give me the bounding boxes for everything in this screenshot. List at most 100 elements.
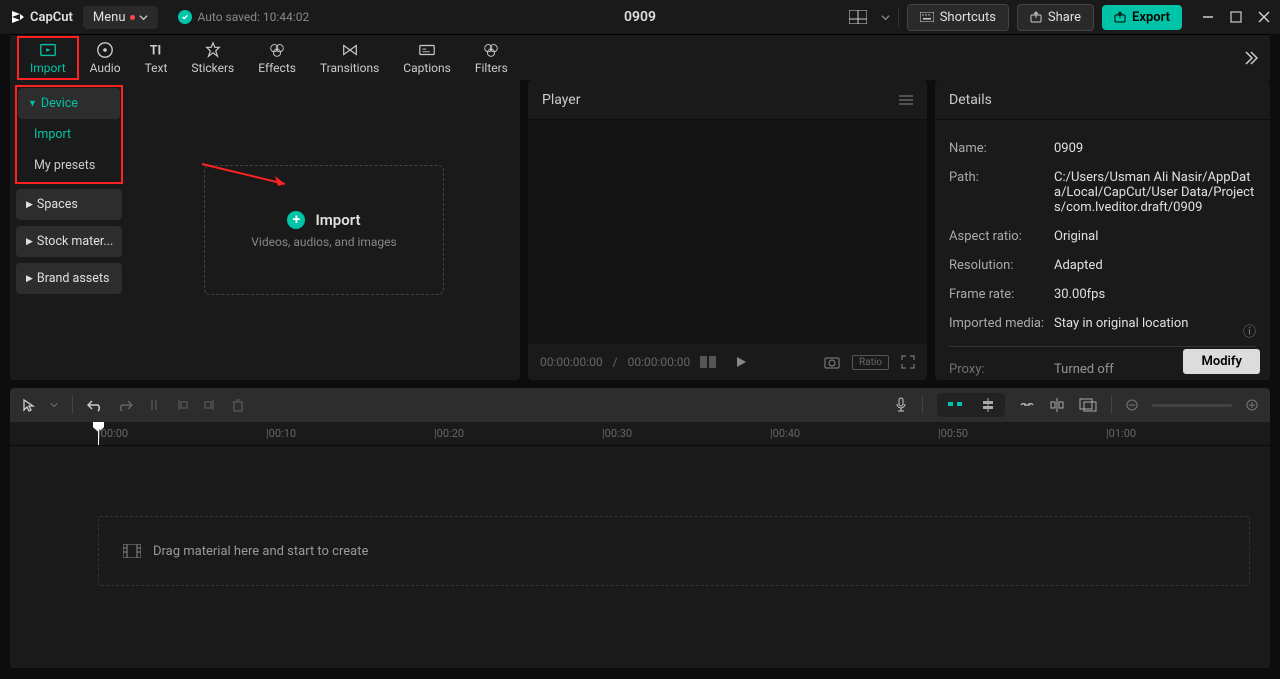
menu-notification-dot <box>130 15 135 20</box>
menu-button[interactable]: Menu <box>83 6 158 29</box>
plus-icon: + <box>287 211 305 229</box>
tab-captions[interactable]: Captions <box>391 37 463 79</box>
stickers-icon <box>204 41 222 59</box>
caret-right-icon: ▶ <box>26 274 33 284</box>
detail-aspect-value: Original <box>1054 229 1098 244</box>
tab-text[interactable]: TI Text <box>133 37 180 79</box>
transitions-icon <box>341 41 359 59</box>
magnet-on-button[interactable] <box>943 396 967 414</box>
trim-left-button[interactable] <box>175 398 189 412</box>
caret-right-icon: ▶ <box>26 200 33 210</box>
delete-button[interactable] <box>231 398 245 412</box>
snapshot-button[interactable] <box>824 355 840 369</box>
fullscreen-button[interactable] <box>901 355 915 369</box>
ratio-button[interactable]: Ratio <box>852 355 889 370</box>
time-current: 00:00:00:00 <box>540 355 603 369</box>
sidebar-item-spaces[interactable]: ▶ Spaces <box>16 189 122 220</box>
detail-path-value: C:/Users/Usman Ali Nasir/AppData/Local/C… <box>1054 170 1256 215</box>
selection-tool[interactable] <box>22 398 36 412</box>
detail-resolution-label: Resolution: <box>949 258 1054 273</box>
player-title: Player <box>542 92 580 108</box>
zoom-slider[interactable] <box>1152 404 1232 407</box>
tab-effects[interactable]: Effects <box>246 37 308 79</box>
split-button[interactable] <box>147 398 161 412</box>
media-sidebar: ▼ Device Import My presets ▶ Spaces ▶ St… <box>10 80 128 380</box>
cover-button[interactable] <box>1079 398 1097 412</box>
project-title: 0909 <box>624 9 656 25</box>
detail-fps-label: Frame rate: <box>949 287 1054 302</box>
sidebar-item-brand[interactable]: ▶ Brand assets <box>16 263 122 294</box>
record-voiceover-button[interactable] <box>894 396 908 414</box>
effects-icon <box>268 41 286 59</box>
timeline-panel: |00:00 |00:10 |00:20 |00:30 |00:40 |00:5… <box>10 388 1270 668</box>
shortcuts-button[interactable]: Shortcuts <box>907 4 1009 31</box>
time-total: 00:00:00:00 <box>628 355 691 369</box>
detail-path-label: Path: <box>949 170 1054 215</box>
sidebar-item-device[interactable]: ▼ Device <box>18 88 120 119</box>
detail-name-value: 0909 <box>1054 141 1083 156</box>
tab-filters[interactable]: Filters <box>463 37 520 79</box>
timeline-ruler[interactable]: |00:00 |00:10 |00:20 |00:30 |00:40 |00:5… <box>10 422 1270 446</box>
close-button[interactable] <box>1258 11 1270 23</box>
chevron-down-icon <box>139 13 148 22</box>
trim-right-button[interactable] <box>203 398 217 412</box>
undo-button[interactable] <box>87 398 103 412</box>
zoom-in-button[interactable] <box>1246 399 1258 411</box>
detail-media-label: Imported media: <box>949 316 1054 331</box>
detail-media-value: Stay in original location <box>1054 316 1188 331</box>
import-area: + Import Videos, audios, and images <box>128 80 520 380</box>
preview-axis-button[interactable] <box>1049 398 1065 412</box>
autosave-status: Auto saved: 10:44:02 <box>178 10 310 24</box>
redo-button[interactable] <box>117 398 133 412</box>
app-logo: CapCut <box>10 9 73 25</box>
sidebar-item-stock[interactable]: ▶ Stock mater... <box>16 226 122 257</box>
chevron-down-icon[interactable] <box>881 13 890 22</box>
tab-transitions[interactable]: Transitions <box>308 37 391 79</box>
minimize-button[interactable] <box>1202 11 1214 23</box>
sidebar-item-import[interactable]: Import <box>18 119 120 150</box>
selection-tool-dropdown[interactable] <box>50 401 58 409</box>
tab-import[interactable]: Import <box>18 37 78 79</box>
arrow-right-icon <box>1242 50 1258 66</box>
timeline-tracks[interactable]: Drag material here and start to create <box>10 446 1270 668</box>
zoom-out-button[interactable] <box>1126 399 1138 411</box>
player-panel: Player 00:00:00:00 / 00:00:00:00 Ratio <box>528 80 927 380</box>
play-button[interactable] <box>734 355 748 369</box>
player-viewport[interactable] <box>528 120 927 344</box>
caret-down-icon: ▼ <box>28 98 37 109</box>
text-icon: TI <box>147 41 165 59</box>
detail-resolution-value: Adapted <box>1054 258 1103 273</box>
quality-toggle[interactable] <box>700 356 716 368</box>
keyboard-icon <box>920 12 934 22</box>
detail-proxy-value: Turned off <box>1054 362 1114 377</box>
tab-stickers[interactable]: Stickers <box>179 37 246 79</box>
detail-proxy-label: Proxy: <box>949 362 1054 377</box>
share-button[interactable]: Share <box>1017 4 1094 31</box>
tab-audio[interactable]: Audio <box>78 37 133 79</box>
film-icon <box>123 544 141 558</box>
svg-text:TI: TI <box>150 43 162 58</box>
captions-icon <box>418 41 436 59</box>
import-dropzone[interactable]: + Import Videos, audios, and images <box>204 165 444 295</box>
align-button[interactable] <box>977 396 999 414</box>
layout-button[interactable] <box>843 6 873 28</box>
player-menu-button[interactable] <box>899 94 913 106</box>
audio-icon <box>96 41 114 59</box>
details-panel: Details Name:0909 Path:C:/Users/Usman Al… <box>935 80 1270 380</box>
tabs-more-button[interactable] <box>1238 46 1262 70</box>
maximize-button[interactable] <box>1230 11 1242 23</box>
share-icon <box>1030 11 1042 23</box>
link-button[interactable] <box>1019 400 1035 410</box>
info-icon[interactable]: ⓘ <box>1243 321 1256 340</box>
app-name: CapCut <box>30 10 73 25</box>
export-button[interactable]: Export <box>1102 5 1182 30</box>
snap-toggle-group <box>937 393 1005 417</box>
import-icon <box>39 41 57 59</box>
import-title: Import <box>315 211 360 229</box>
import-subtitle: Videos, audios, and images <box>251 235 396 249</box>
export-icon <box>1114 11 1126 23</box>
timeline-drop-hint: Drag material here and start to create <box>98 516 1250 586</box>
sidebar-item-presets[interactable]: My presets <box>18 150 120 181</box>
modify-button[interactable]: Modify <box>1183 349 1260 374</box>
detail-fps-value: 30.00fps <box>1054 287 1105 302</box>
